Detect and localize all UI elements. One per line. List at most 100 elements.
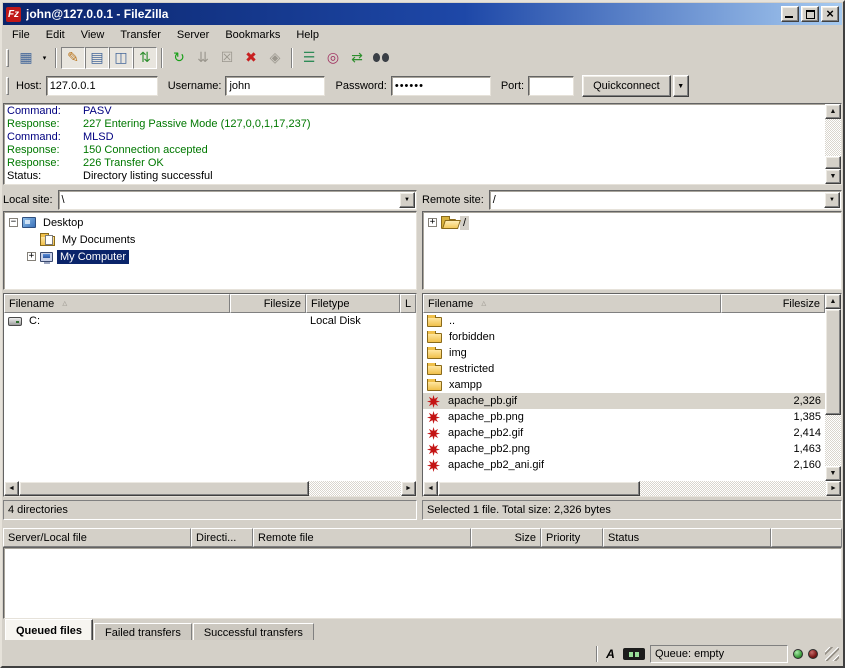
maximize-button[interactable] xyxy=(801,6,819,22)
tree-expander-icon[interactable]: + xyxy=(428,218,437,227)
sync-browsing-button[interactable]: ⇄ xyxy=(345,47,369,69)
tree-item-extra[interactable]: +/ xyxy=(423,214,841,231)
host-input[interactable] xyxy=(46,76,158,96)
scroll-right-icon[interactable]: ► xyxy=(401,481,416,496)
scroll-track[interactable] xyxy=(825,309,841,466)
tab-successful-transfers[interactable]: Successful transfers xyxy=(193,623,314,640)
file-row-apache-pb2-gif[interactable]: apache_pb2.gif2,414 xyxy=(423,425,825,441)
scroll-left-icon[interactable]: ◄ xyxy=(4,481,19,496)
refresh-button[interactable]: ↻ xyxy=(167,47,191,69)
local-directory-tree[interactable]: −DesktopMy Documents+My Computer xyxy=(3,211,417,290)
scroll-thumb[interactable] xyxy=(825,309,841,415)
username-input[interactable] xyxy=(225,76,325,96)
file-row-apache-pb-png[interactable]: apache_pb.png1,385 xyxy=(423,409,825,425)
file-row-apache-pb-gif[interactable]: apache_pb.gif2,326 xyxy=(423,393,825,409)
queue-column-priority[interactable]: Priority xyxy=(541,528,603,547)
file-row-xampp[interactable]: xampp xyxy=(423,377,825,393)
tab-queued-files[interactable]: Queued files xyxy=(5,619,93,640)
remote-site-combobox[interactable]: / ▼ xyxy=(489,190,842,210)
quickconnect-dropdown[interactable]: ▼ xyxy=(673,75,689,97)
menu-item-server[interactable]: Server xyxy=(169,27,217,43)
toolbar-grip[interactable] xyxy=(6,49,9,67)
scroll-track[interactable] xyxy=(825,119,841,169)
tree-item-desktop[interactable]: −Desktop xyxy=(4,214,416,231)
log-scrollbar[interactable]: ▲ ▼ xyxy=(825,104,841,184)
quickconnect-button[interactable]: Quickconnect xyxy=(582,75,671,97)
file-row-restricted[interactable]: restricted xyxy=(423,361,825,377)
scroll-down-icon[interactable]: ▼ xyxy=(825,466,841,481)
remote-vertical-scrollbar[interactable]: ▲ ▼ xyxy=(825,294,841,481)
app-icon[interactable]: Fz xyxy=(6,7,21,22)
local-horizontal-scrollbar[interactable]: ◄ ► xyxy=(4,481,416,496)
queue-toggle-button[interactable]: ⇅ xyxy=(133,47,157,69)
tree-expander-icon[interactable]: − xyxy=(9,218,18,227)
scroll-down-icon[interactable]: ▼ xyxy=(825,169,841,184)
file-row-c[interactable]: C:Local Disk xyxy=(4,313,416,329)
cancel-button[interactable]: ☒ xyxy=(215,47,239,69)
scroll-right-icon[interactable]: ► xyxy=(826,481,841,496)
scroll-track[interactable] xyxy=(19,481,401,496)
queue-column-remote-file[interactable]: Remote file xyxy=(253,528,471,547)
scroll-track[interactable] xyxy=(438,481,826,496)
scroll-thumb[interactable] xyxy=(19,481,309,496)
menu-item-help[interactable]: Help xyxy=(288,27,327,43)
tree-item-my-computer[interactable]: +My Computer xyxy=(4,248,416,265)
menu-item-transfer[interactable]: Transfer xyxy=(112,27,169,43)
tree-expander-icon[interactable]: + xyxy=(27,252,36,261)
tab-failed-transfers[interactable]: Failed transfers xyxy=(94,623,192,640)
scroll-up-icon[interactable]: ▲ xyxy=(825,294,841,309)
tree-item-my-documents[interactable]: My Documents xyxy=(4,231,416,248)
scroll-up-icon[interactable]: ▲ xyxy=(825,104,841,119)
queue-column-status[interactable]: Status xyxy=(603,528,771,547)
remote-directory-tree[interactable]: +/ xyxy=(422,211,842,290)
column-header-filesize[interactable]: Filesize xyxy=(230,294,306,313)
scroll-thumb[interactable] xyxy=(438,481,640,496)
column-header-filename[interactable]: Filename▵ xyxy=(423,294,721,313)
filter-button[interactable]: ☰ xyxy=(297,47,321,69)
remote-horizontal-scrollbar[interactable]: ◄ ► xyxy=(423,481,841,496)
data-type-icon[interactable]: A xyxy=(603,647,618,661)
column-header-filesize[interactable]: Filesize xyxy=(721,294,825,313)
port-input[interactable] xyxy=(528,76,574,96)
close-button[interactable]: × xyxy=(821,6,839,22)
remote-list-body[interactable]: ..forbiddenimgrestrictedxamppapache_pb.g… xyxy=(423,313,825,481)
column-header-l[interactable]: L xyxy=(400,294,416,313)
menu-item-file[interactable]: File xyxy=(4,27,38,43)
file-row-img[interactable]: img xyxy=(423,345,825,361)
queue-column-extra[interactable] xyxy=(771,528,842,547)
queue-column-server-local-file[interactable]: Server/Local file xyxy=(3,528,191,547)
queue-body[interactable] xyxy=(3,547,842,619)
quickconnect-grip[interactable] xyxy=(6,77,9,95)
remote-site-dropdown-icon[interactable]: ▼ xyxy=(824,192,840,208)
site-manager-dropdown-icon[interactable]: ▾ xyxy=(38,47,51,69)
site-manager-button[interactable]: ▦ xyxy=(14,47,38,69)
compare-button[interactable]: ◎ xyxy=(321,47,345,69)
minimize-button[interactable] xyxy=(781,6,799,22)
file-row-extra[interactable]: .. xyxy=(423,313,825,329)
log-toggle-button[interactable]: ✎ xyxy=(61,47,85,69)
column-header-filetype[interactable]: Filetype xyxy=(306,294,400,313)
menu-item-bookmarks[interactable]: Bookmarks xyxy=(217,27,288,43)
queue-column-directi[interactable]: Directi... xyxy=(191,528,253,547)
queue-column-size[interactable]: Size xyxy=(471,528,541,547)
reconnect-button[interactable]: ◈ xyxy=(263,47,287,69)
scroll-left-icon[interactable]: ◄ xyxy=(423,481,438,496)
file-row-apache-pb2-png[interactable]: apache_pb2.png1,463 xyxy=(423,441,825,457)
resize-grip[interactable] xyxy=(825,647,839,661)
column-header-filename[interactable]: Filename▵ xyxy=(4,294,230,313)
disconnect-button[interactable]: ✖ xyxy=(239,47,263,69)
file-row-forbidden[interactable]: forbidden xyxy=(423,329,825,345)
local-site-combobox[interactable]: \ ▼ xyxy=(58,190,417,210)
process-queue-button[interactable]: ⇊ xyxy=(191,47,215,69)
scroll-thumb[interactable] xyxy=(825,156,841,169)
local-list-body[interactable]: C:Local Disk xyxy=(4,313,416,481)
menu-item-view[interactable]: View xyxy=(73,27,113,43)
menu-item-edit[interactable]: Edit xyxy=(38,27,73,43)
local-tree-toggle-button[interactable]: ▤ xyxy=(85,47,109,69)
local-site-dropdown-icon[interactable]: ▼ xyxy=(399,192,415,208)
search-button[interactable] xyxy=(369,47,393,69)
speed-limit-icon[interactable] xyxy=(623,648,645,660)
password-input[interactable] xyxy=(391,76,491,96)
file-row-apache-pb2-ani-gif[interactable]: apache_pb2_ani.gif2,160 xyxy=(423,457,825,473)
remote-tree-toggle-button[interactable]: ◫ xyxy=(109,47,133,69)
